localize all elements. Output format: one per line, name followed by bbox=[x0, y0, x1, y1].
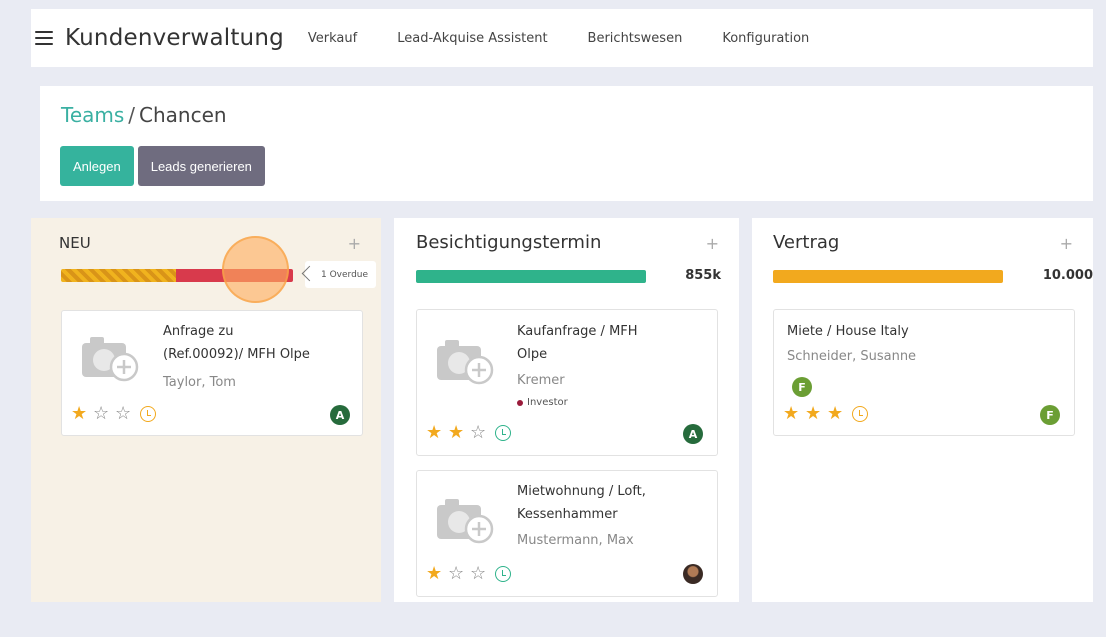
tag-color-dot bbox=[517, 399, 523, 406]
column-title: NEU bbox=[59, 234, 91, 252]
hamburger-menu-icon[interactable] bbox=[35, 31, 53, 45]
kanban-column-neu: NEU + 1 Overdue Anfrage zu (Ref.00092)/ … bbox=[31, 218, 381, 602]
kanban-column-vertrag: Vertrag + 10.000 Miete / House Italy Sch… bbox=[752, 218, 1093, 602]
avatar[interactable]: A bbox=[330, 405, 350, 425]
card-customer: Taylor, Tom bbox=[163, 375, 236, 390]
quick-create-plus-icon[interactable]: + bbox=[1060, 234, 1073, 253]
create-button[interactable]: Anlegen bbox=[60, 146, 134, 186]
generate-leads-button[interactable]: Leads generieren bbox=[137, 146, 265, 186]
priority-stars: ★ ☆ ☆ bbox=[426, 563, 511, 584]
camera-plus-icon bbox=[437, 499, 494, 544]
card-title-line: Olpe bbox=[517, 347, 548, 362]
priority-stars: ★ ☆ ☆ bbox=[71, 403, 156, 424]
priority-stars: ★ ★ ★ bbox=[783, 403, 868, 424]
action-buttons: Anlegen Leads generieren bbox=[60, 146, 265, 186]
menu-item-verkauf[interactable]: Verkauf bbox=[308, 31, 357, 46]
kanban-board: NEU + 1 Overdue Anfrage zu (Ref.00092)/ … bbox=[31, 218, 1093, 602]
card-customer: Schneider, Susanne bbox=[787, 349, 917, 364]
card-customer: Kremer bbox=[517, 373, 565, 388]
column-progress-bar[interactable] bbox=[773, 270, 1003, 283]
progress-segment-warning[interactable] bbox=[773, 270, 1003, 283]
breadcrumb-separator: / bbox=[128, 103, 136, 127]
avatar[interactable] bbox=[683, 564, 703, 584]
avatar[interactable]: A bbox=[683, 424, 703, 444]
star-outline-icon[interactable]: ☆ bbox=[115, 403, 137, 424]
kanban-card[interactable]: Kaufanfrage / MFH Olpe Kremer Investor ★… bbox=[416, 309, 718, 456]
tag-label: Investor bbox=[527, 397, 568, 408]
main-menu: Verkauf Lead-Akquise Assistent Berichtsw… bbox=[308, 31, 849, 46]
card-title: Mietwohnung / Loft, Kessenhammer bbox=[517, 480, 646, 526]
star-outline-icon[interactable]: ☆ bbox=[470, 422, 492, 443]
progress-segment-planned[interactable] bbox=[416, 270, 646, 283]
card-title-line: Kessenhammer bbox=[517, 507, 618, 522]
avatar[interactable]: F bbox=[792, 377, 812, 397]
card-title-line: Anfrage zu bbox=[163, 324, 234, 339]
clock-icon[interactable] bbox=[852, 405, 868, 422]
column-aggregate: 10.000 bbox=[1042, 268, 1093, 283]
card-customer: Mustermann, Max bbox=[517, 533, 634, 548]
control-panel: Teams / Chancen Anlegen Leads generieren bbox=[40, 86, 1093, 201]
clock-icon[interactable] bbox=[495, 424, 511, 441]
app-title[interactable]: Kundenverwaltung bbox=[65, 25, 284, 51]
kanban-card[interactable]: Miete / House Italy Schneider, Susanne F… bbox=[773, 309, 1075, 436]
menu-item-lead-akquise[interactable]: Lead-Akquise Assistent bbox=[397, 31, 547, 46]
kanban-card[interactable]: Anfrage zu (Ref.00092)/ MFH Olpe Taylor,… bbox=[61, 310, 363, 436]
star-icon[interactable]: ★ bbox=[827, 403, 849, 424]
clock-icon[interactable] bbox=[495, 565, 511, 582]
star-outline-icon[interactable]: ☆ bbox=[448, 563, 470, 584]
column-progress-bar[interactable] bbox=[61, 269, 293, 282]
menu-item-berichtswesen[interactable]: Berichtswesen bbox=[588, 31, 683, 46]
star-icon[interactable]: ★ bbox=[805, 403, 827, 424]
priority-stars: ★ ★ ☆ bbox=[426, 422, 511, 443]
quick-create-plus-icon[interactable]: + bbox=[706, 234, 719, 253]
progress-segment-planned[interactable] bbox=[61, 269, 176, 282]
star-icon[interactable]: ★ bbox=[783, 403, 805, 424]
kanban-column-besichtigungstermin: Besichtigungstermin + 855k Kaufanfrage /… bbox=[394, 218, 739, 602]
card-tag[interactable]: Investor bbox=[517, 397, 568, 408]
column-title: Besichtigungstermin bbox=[416, 232, 602, 253]
star-icon[interactable]: ★ bbox=[426, 563, 448, 584]
card-title: Anfrage zu (Ref.00092)/ MFH Olpe bbox=[163, 320, 310, 366]
card-title-line: Miete / House Italy bbox=[787, 324, 909, 339]
star-icon[interactable]: ★ bbox=[71, 403, 93, 424]
quick-create-plus-icon[interactable]: + bbox=[348, 234, 361, 253]
progress-segment-overdue[interactable] bbox=[176, 269, 293, 282]
star-outline-icon[interactable]: ☆ bbox=[470, 563, 492, 584]
card-title-line: Mietwohnung / Loft, bbox=[517, 484, 646, 499]
menu-item-konfiguration[interactable]: Konfiguration bbox=[722, 31, 809, 46]
breadcrumb-teams-link[interactable]: Teams bbox=[61, 103, 124, 127]
avatar[interactable]: F bbox=[1040, 405, 1060, 425]
overdue-badge[interactable]: 1 Overdue bbox=[305, 261, 377, 288]
card-title-line: Kaufanfrage / MFH bbox=[517, 324, 638, 339]
clock-icon[interactable] bbox=[140, 405, 156, 422]
card-title: Miete / House Italy bbox=[787, 320, 909, 343]
star-icon[interactable]: ★ bbox=[426, 422, 448, 443]
breadcrumb: Teams / Chancen bbox=[61, 103, 227, 127]
camera-plus-icon bbox=[82, 337, 139, 382]
breadcrumb-current: Chancen bbox=[139, 103, 227, 127]
card-title-line: (Ref.00092)/ MFH Olpe bbox=[163, 347, 310, 362]
column-aggregate: 855k bbox=[685, 268, 721, 283]
star-outline-icon[interactable]: ☆ bbox=[93, 403, 115, 424]
column-title: Vertrag bbox=[773, 232, 840, 253]
star-icon[interactable]: ★ bbox=[448, 422, 470, 443]
column-progress-bar[interactable] bbox=[416, 270, 646, 283]
camera-plus-icon bbox=[437, 340, 494, 385]
card-title: Kaufanfrage / MFH Olpe bbox=[517, 320, 638, 366]
top-navbar: Kundenverwaltung Verkauf Lead-Akquise As… bbox=[31, 9, 1093, 67]
kanban-card[interactable]: Mietwohnung / Loft, Kessenhammer Musterm… bbox=[416, 470, 718, 597]
